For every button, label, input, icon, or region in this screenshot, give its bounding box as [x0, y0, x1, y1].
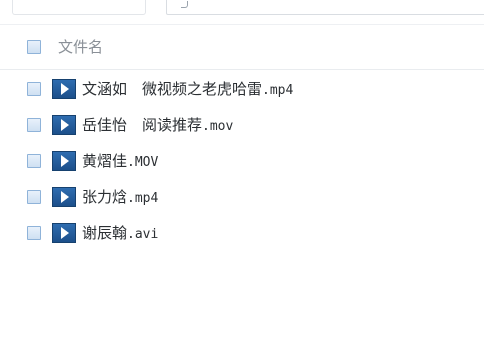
list-item[interactable]: 文涵如 微视频之老虎哈雷.mp4 [0, 72, 484, 108]
row-checkbox[interactable] [27, 118, 41, 132]
list-item[interactable]: 谢辰翰.avi [0, 216, 484, 252]
toolbar-button[interactable] [12, 0, 146, 15]
search-icon [181, 1, 188, 8]
list-header: 文件名 [0, 24, 484, 70]
file-browser: 文件名 文涵如 微视频之老虎哈雷.mp4 岳佳怡 阅读推荐.mov 黄熠佳.MO… [0, 0, 484, 352]
video-play-icon [52, 151, 76, 171]
name-column-header[interactable]: 文件名 [58, 37, 103, 57]
row-checkbox[interactable] [27, 190, 41, 204]
file-name[interactable]: 黄熠佳.MOV [82, 151, 158, 173]
file-name[interactable]: 岳佳怡 阅读推荐.mov [82, 115, 233, 137]
file-name[interactable]: 张力焓.mp4 [82, 187, 158, 209]
row-checkbox[interactable] [27, 154, 41, 168]
video-play-icon [52, 223, 76, 243]
list-item[interactable]: 张力焓.mp4 [0, 180, 484, 216]
list-item[interactable]: 岳佳怡 阅读推荐.mov [0, 108, 484, 144]
search-input[interactable] [166, 0, 484, 15]
row-checkbox[interactable] [27, 226, 41, 240]
file-name[interactable]: 文涵如 微视频之老虎哈雷.mp4 [82, 79, 293, 101]
file-list: 文涵如 微视频之老虎哈雷.mp4 岳佳怡 阅读推荐.mov 黄熠佳.MOV 张力… [0, 72, 484, 252]
video-play-icon [52, 115, 76, 135]
row-checkbox[interactable] [27, 82, 41, 96]
file-name[interactable]: 谢辰翰.avi [82, 223, 158, 245]
toolbar [0, 0, 484, 20]
select-all-checkbox[interactable] [27, 40, 41, 54]
list-item[interactable]: 黄熠佳.MOV [0, 144, 484, 180]
video-play-icon [52, 79, 76, 99]
video-play-icon [52, 187, 76, 207]
